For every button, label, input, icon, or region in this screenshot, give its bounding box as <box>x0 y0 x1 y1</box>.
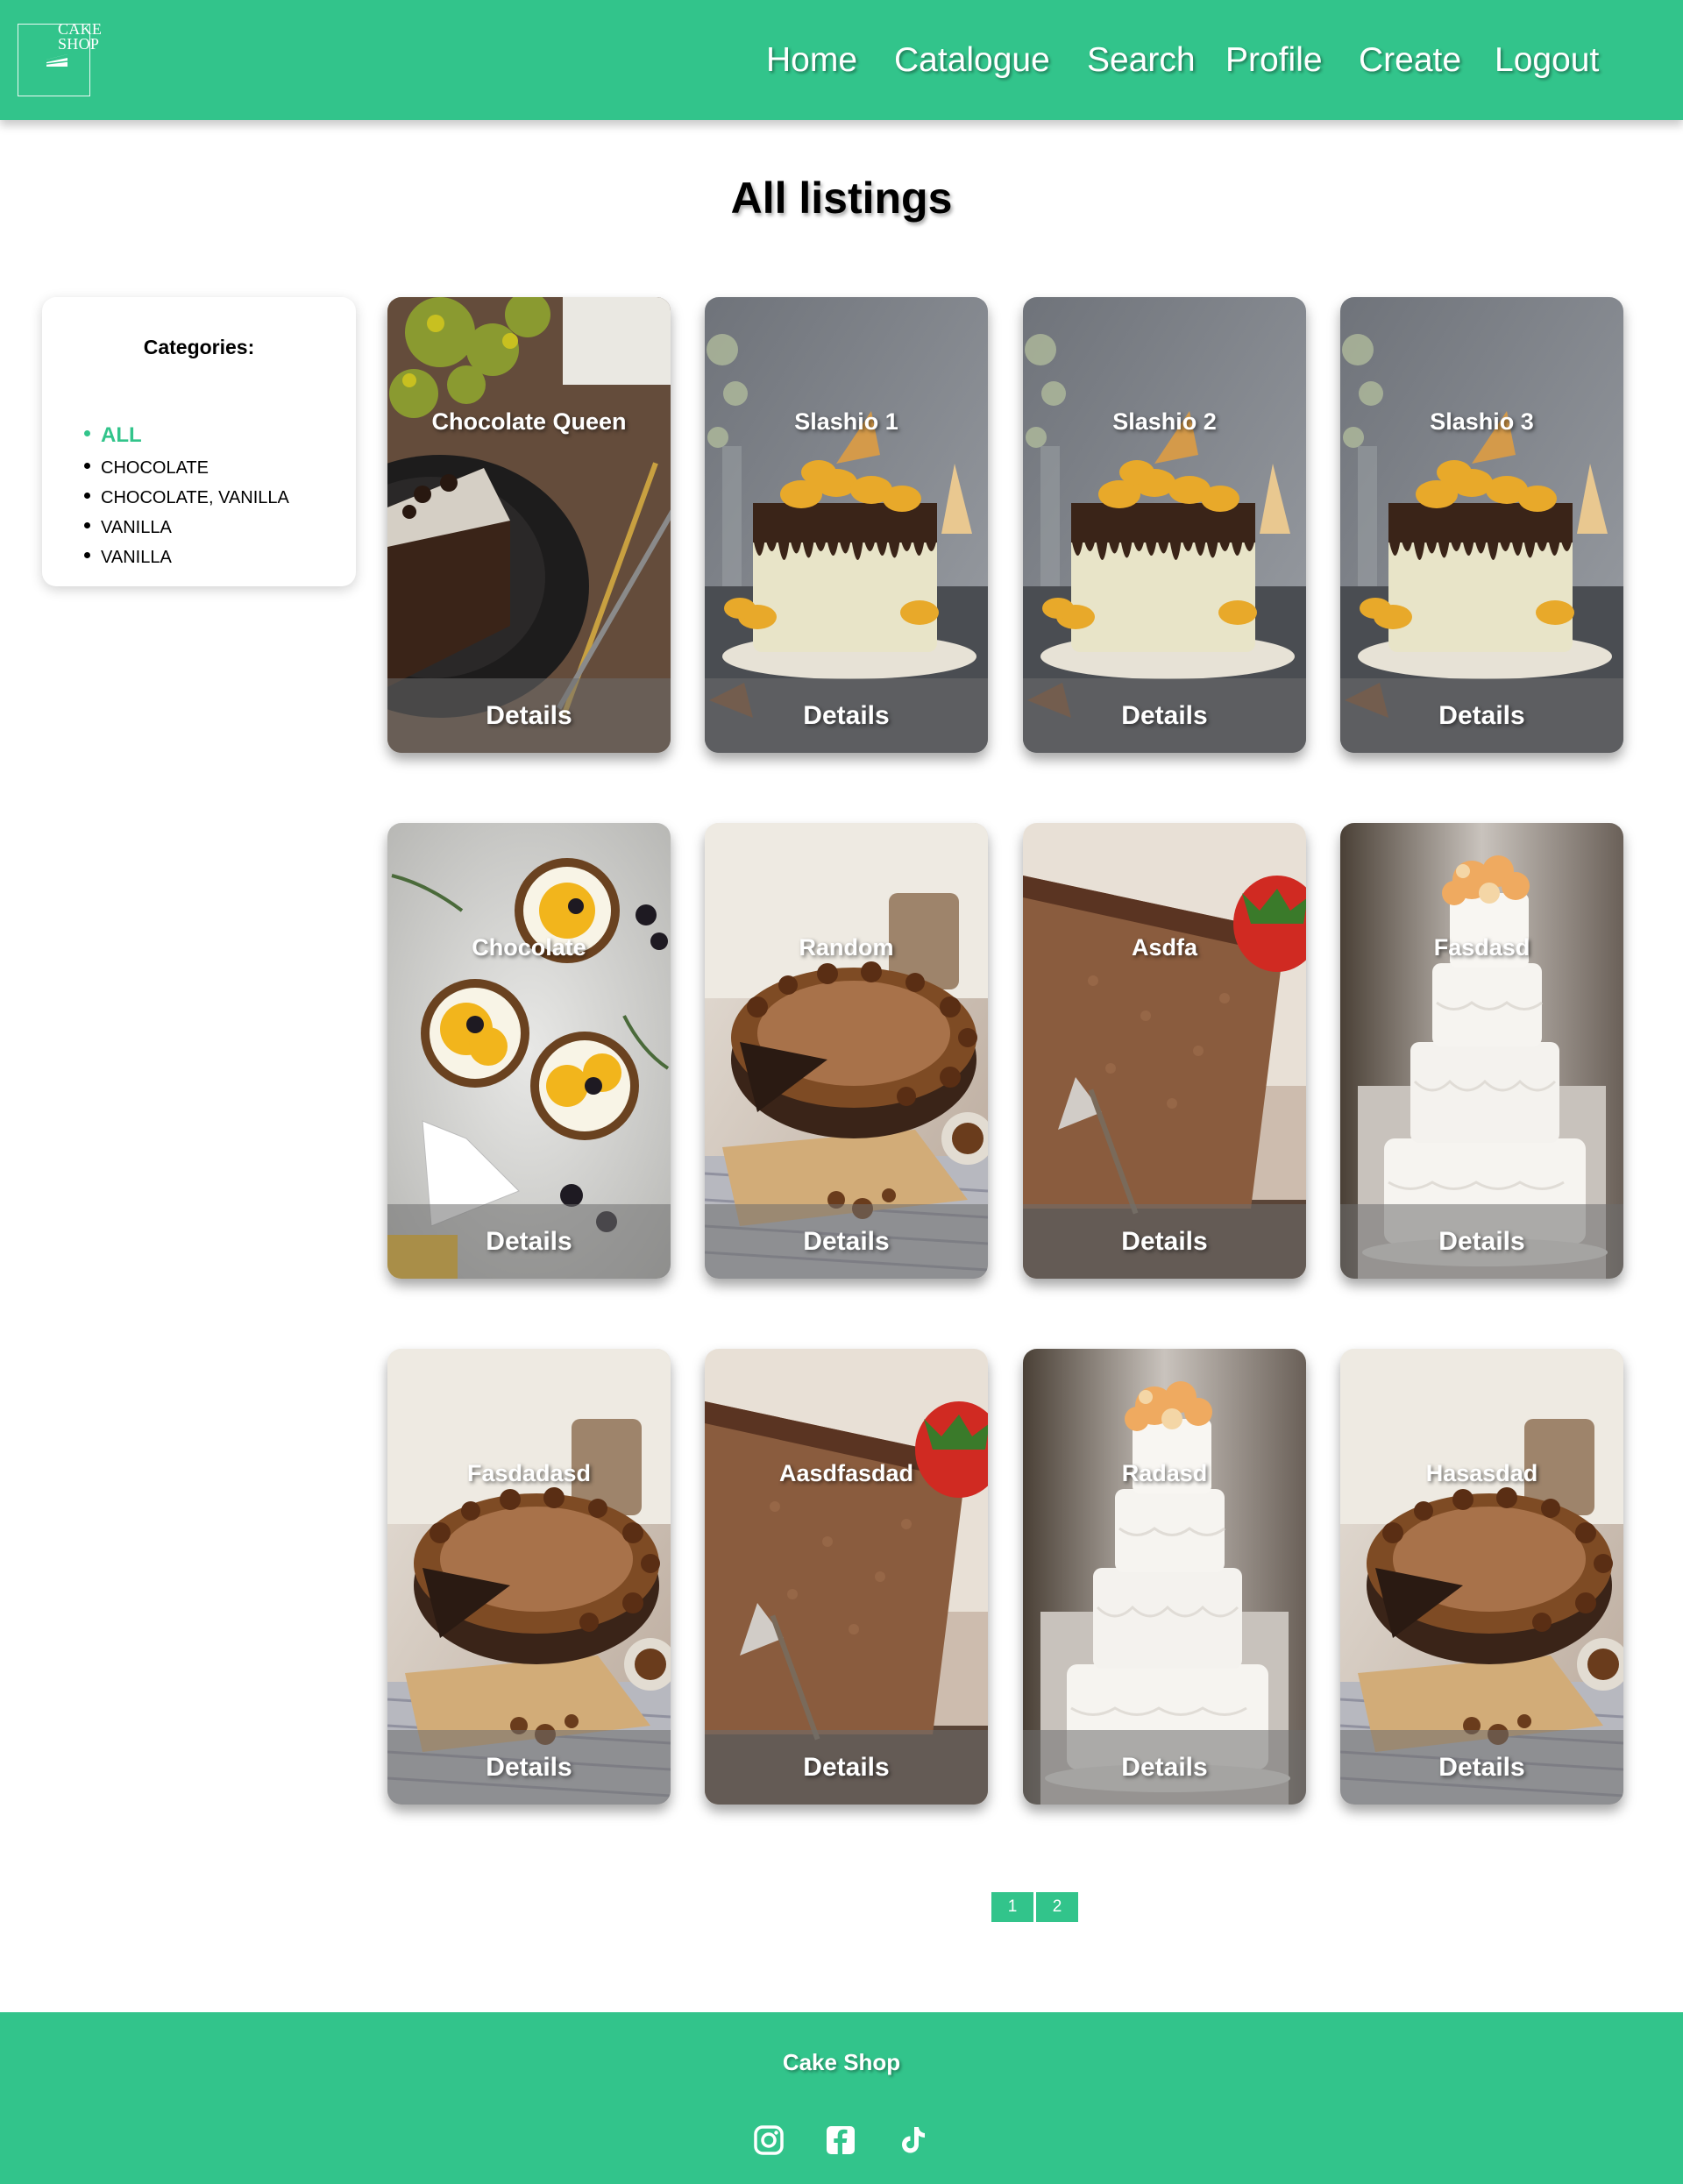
category-label: CHOCOLATE <box>101 458 209 478</box>
details-button[interactable]: Details <box>705 1204 988 1279</box>
listing-title: Slashio 1 <box>794 408 898 435</box>
details-button[interactable]: Details <box>1023 678 1306 753</box>
listing-card: Fasdadasd Details <box>387 1349 671 1805</box>
listing-title: Hasasdad <box>1425 1460 1538 1486</box>
listing-title: Asdfa <box>1131 934 1197 961</box>
listing-card: Slashio 3 Details <box>1340 297 1623 753</box>
listing-card: Slashio 1 Details <box>705 297 988 753</box>
categories-list: ALL CHOCOLATE CHOCOLATE, VANILLA VANILLA… <box>84 418 289 572</box>
details-button[interactable]: Details <box>705 678 988 753</box>
listing-title: Chocolate <box>472 934 586 961</box>
listing-card: Aasdfasdad Details <box>705 1349 988 1805</box>
listing-title: Aasdfasdad <box>778 1460 914 1486</box>
page-title: All listings <box>730 174 953 223</box>
site-footer: Cake Shop <box>0 2012 1683 2184</box>
bullet-icon <box>84 522 90 529</box>
category-item-vanilla[interactable]: VANILLA <box>84 513 289 542</box>
listing-title: Chocolate Queen <box>431 408 627 435</box>
facebook-icon[interactable] <box>825 2124 856 2156</box>
nav-logout[interactable]: Logout <box>1495 39 1599 82</box>
category-label: ALL <box>101 423 142 447</box>
footer-title: Cake Shop <box>782 2049 901 2075</box>
bullet-icon <box>84 493 90 500</box>
category-item-chocolate-vanilla[interactable]: CHOCOLATE, VANILLA <box>84 483 289 513</box>
listing-card: Hasasdad Details <box>1340 1349 1623 1805</box>
listing-title: Slashio 2 <box>1112 408 1217 435</box>
listing-title: Radasd <box>1121 1460 1208 1486</box>
listing-title: Slashio 3 <box>1430 408 1534 435</box>
listing-card: Asdfa Details <box>1023 823 1306 1279</box>
listing-card: Slashio 2 Details <box>1023 297 1306 753</box>
details-button[interactable]: Details <box>1340 678 1623 753</box>
pagination: 12 <box>991 1892 1081 1922</box>
category-item-all[interactable]: ALL <box>84 418 289 453</box>
listing-title: Random <box>799 934 894 961</box>
details-button[interactable]: Details <box>1023 1204 1306 1279</box>
listing-card: Chocolate Queen Details <box>387 297 671 753</box>
tiktok-icon[interactable] <box>897 2124 928 2156</box>
nav-home[interactable]: Home <box>766 39 857 82</box>
categories-panel: Categories: ALL CHOCOLATE CHOCOLATE, VAN… <box>42 297 356 586</box>
details-button[interactable]: Details <box>387 1730 671 1805</box>
details-button[interactable]: Details <box>1340 1730 1623 1805</box>
details-button[interactable]: Details <box>1340 1204 1623 1279</box>
listing-card: Fasdasd Details <box>1340 823 1623 1279</box>
main-nav: Home Catalogue Search Profile Create Log… <box>0 39 1683 82</box>
nav-search[interactable]: Search <box>1087 39 1196 82</box>
nav-profile[interactable]: Profile <box>1225 39 1323 82</box>
details-button[interactable]: Details <box>1023 1730 1306 1805</box>
bullet-icon <box>84 552 90 559</box>
listing-title: Fasdasd <box>1433 934 1530 961</box>
nav-catalogue[interactable]: Catalogue <box>894 39 1050 82</box>
instagram-icon[interactable] <box>753 2124 785 2156</box>
page-button-2[interactable]: 2 <box>1036 1892 1078 1922</box>
category-label: VANILLA <box>101 548 172 567</box>
nav-create[interactable]: Create <box>1359 39 1461 82</box>
category-item-vanilla[interactable]: VANILLA <box>84 542 289 572</box>
site-header: CAKE SHOP Home Catalogue Search Profile … <box>0 0 1683 120</box>
listing-title: Fasdadasd <box>466 1460 592 1486</box>
category-label: VANILLA <box>101 518 172 537</box>
details-button[interactable]: Details <box>387 1204 671 1279</box>
listing-card: Chocolate Details <box>387 823 671 1279</box>
details-button[interactable]: Details <box>387 678 671 753</box>
listing-card: Radasd Details <box>1023 1349 1306 1805</box>
category-item-chocolate[interactable]: CHOCOLATE <box>84 453 289 483</box>
bullet-icon <box>84 463 90 470</box>
details-button[interactable]: Details <box>705 1730 988 1805</box>
bullet-icon <box>84 430 90 437</box>
categories-title: Categories: <box>143 336 255 358</box>
page-button-1[interactable]: 1 <box>991 1892 1033 1922</box>
category-label: CHOCOLATE, VANILLA <box>101 488 289 507</box>
listing-card: Random Details <box>705 823 988 1279</box>
